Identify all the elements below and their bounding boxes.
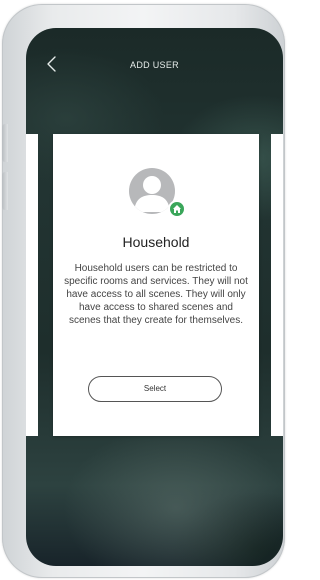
app-screen: ADD USER Household Household users can b… xyxy=(26,28,283,566)
home-badge xyxy=(168,200,186,218)
volume-up-button xyxy=(2,124,8,162)
role-description: Household users can be restricted to spe… xyxy=(64,263,248,326)
page-title: ADD USER xyxy=(130,60,179,70)
next-card-peek[interactable] xyxy=(271,134,283,436)
phone-frame: ADD USER Household Household users can b… xyxy=(2,4,285,578)
home-icon xyxy=(173,205,181,213)
select-button[interactable]: Select xyxy=(88,376,222,402)
user-type-card: Household Household users can be restric… xyxy=(53,134,259,436)
volume-down-button xyxy=(2,172,8,210)
previous-card-peek[interactable] xyxy=(26,134,38,436)
role-title: Household xyxy=(122,234,190,250)
